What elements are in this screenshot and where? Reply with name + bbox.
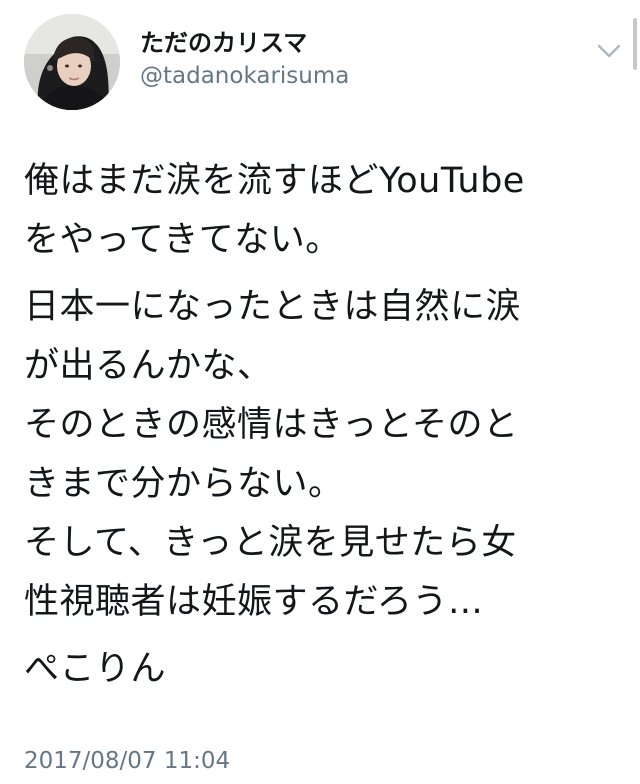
tweet-menu-button[interactable] bbox=[594, 40, 624, 62]
tweet-line: が出るんかな、 bbox=[24, 346, 273, 386]
tweet-line: 俺はまだ涙を流すほどYouTube bbox=[24, 161, 525, 201]
tweet-line: ぺこりん bbox=[24, 649, 167, 689]
tweet-line: そして、きっと涙を見せたら女 bbox=[24, 523, 517, 563]
tweet-timestamp[interactable]: 2017/08/07 11:04 bbox=[24, 746, 230, 776]
tweet-line: きまで分からない。 bbox=[24, 464, 344, 504]
tweet-paragraph: 日本一になったときは自然に涙 が出るんかな、 そのときの感情はきっとそのと きま… bbox=[24, 278, 620, 632]
user-handle[interactable]: @tadanokarisuma bbox=[140, 60, 349, 92]
avatar-photo-icon bbox=[24, 14, 120, 110]
tweet-header: ただのカリスマ @tadanokarisuma bbox=[24, 14, 624, 114]
display-name[interactable]: ただのカリスマ bbox=[140, 28, 349, 58]
tweet-paragraph: 俺はまだ涙を流すほどYouTube をやってきてない。 bbox=[24, 152, 620, 270]
avatar[interactable] bbox=[24, 14, 120, 110]
tweet-text: 俺はまだ涙を流すほどYouTube をやってきてない。 日本一になったときは自然… bbox=[24, 152, 620, 699]
tweet-paragraph: ぺこりん bbox=[24, 640, 620, 699]
tweet-line: 性視聴者は妊娠するだろう… bbox=[24, 582, 484, 622]
author-names: ただのカリスマ @tadanokarisuma bbox=[140, 28, 349, 92]
tweet-line: そのときの感情はきっとそのと bbox=[24, 405, 519, 445]
scrollbar[interactable] bbox=[633, 18, 637, 70]
tweet-line: 日本一になったときは自然に涙 bbox=[24, 287, 522, 327]
tweet: ただのカリスマ @tadanokarisuma 俺はまだ涙を流すほどYouTub… bbox=[0, 0, 640, 784]
tweet-line: をやってきてない。 bbox=[24, 220, 341, 260]
chevron-down-icon bbox=[597, 44, 621, 58]
